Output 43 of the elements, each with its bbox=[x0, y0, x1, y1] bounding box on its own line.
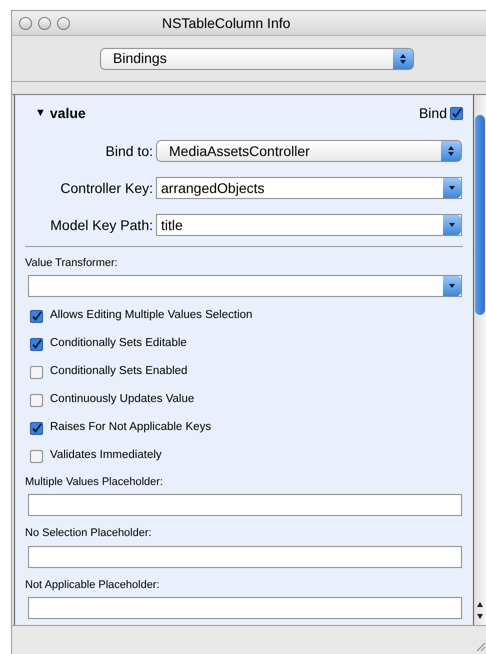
field-label: Model Key Path: bbox=[49, 216, 154, 235]
key-combo-box[interactable]: arrangedObjects bbox=[156, 177, 462, 199]
caret-icon bbox=[448, 282, 456, 288]
window-control-icon[interactable] bbox=[38, 16, 51, 30]
checkbox-label: Allows Editing Multiple Values Selection bbox=[50, 308, 252, 324]
caret-icon bbox=[448, 222, 456, 228]
scroll-thumb[interactable] bbox=[475, 115, 485, 315]
resize-grip-icon[interactable] bbox=[474, 640, 486, 652]
window-control-icon[interactable] bbox=[19, 16, 32, 30]
field-label: Value Transformer: bbox=[25, 256, 119, 271]
scrollbar[interactable] bbox=[474, 95, 486, 625]
field-label: Multiple Values Placeholder: bbox=[25, 474, 164, 490]
bind-to-popup[interactable]: MediaAssetsController bbox=[156, 140, 462, 162]
checkbox-label: Conditionally Sets Editable bbox=[50, 336, 187, 352]
checkbox[interactable] bbox=[30, 338, 43, 350]
field-label: Bind to: bbox=[104, 142, 154, 160]
transformer-combo-box[interactable] bbox=[28, 274, 462, 296]
input-field[interactable] bbox=[28, 597, 462, 619]
checkbox-label: Conditionally Sets Enabled bbox=[50, 364, 188, 380]
checkbox[interactable] bbox=[30, 450, 43, 462]
disclosure-toggle[interactable]: ▼ bbox=[35, 104, 46, 122]
checkbox-label: Validates Immediately bbox=[50, 448, 162, 464]
checkbox-label: Raises For Not Applicable Keys bbox=[50, 420, 212, 436]
stepper-icon bbox=[399, 52, 407, 64]
checkbox[interactable] bbox=[450, 106, 463, 120]
field-label: Controller Key: bbox=[59, 178, 154, 198]
key-combo-box[interactable]: title bbox=[156, 214, 462, 236]
stepper-icon bbox=[447, 145, 455, 157]
checkbox[interactable] bbox=[30, 310, 43, 322]
field-label: Not Applicable Placeholder: bbox=[25, 578, 161, 592]
bind-label: Bind bbox=[418, 104, 447, 122]
checkbox[interactable] bbox=[30, 394, 43, 406]
checkbox-label: Continuously Updates Value bbox=[50, 392, 194, 408]
checkbox[interactable] bbox=[30, 366, 43, 378]
field-label: No Selection Placeholder: bbox=[25, 526, 153, 541]
input-field[interactable] bbox=[28, 494, 462, 516]
window-control-icon[interactable] bbox=[57, 16, 70, 30]
window-title: NSTableColumn Info bbox=[162, 14, 290, 32]
input-field[interactable] bbox=[28, 546, 462, 568]
pane-popup[interactable]: Bindings bbox=[100, 48, 414, 70]
caret-icon bbox=[448, 185, 456, 191]
checkbox[interactable] bbox=[30, 422, 43, 434]
section-title: value bbox=[50, 104, 86, 122]
